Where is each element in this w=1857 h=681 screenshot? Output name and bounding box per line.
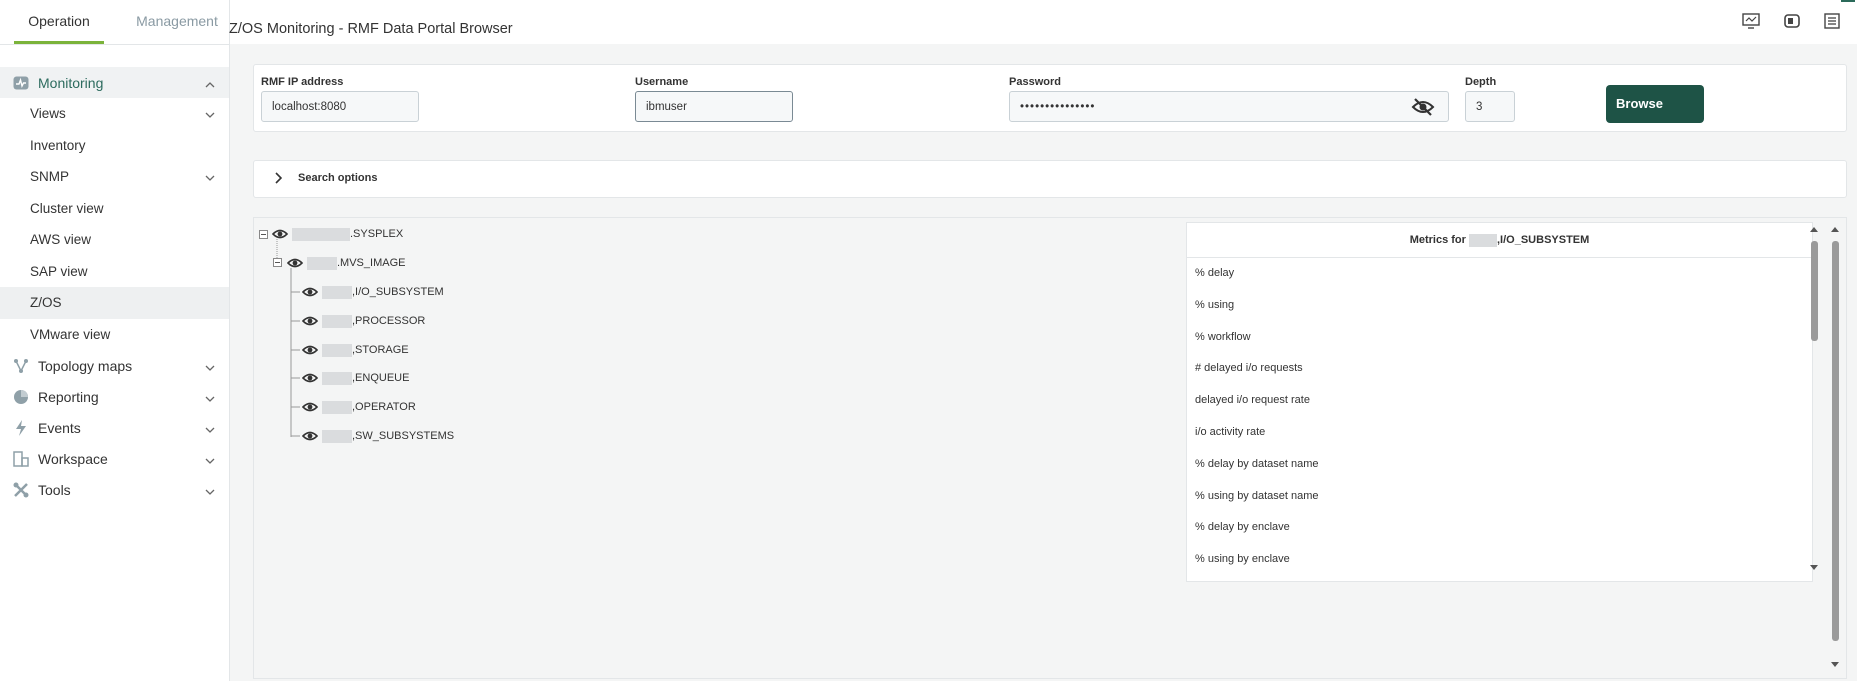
metric-item[interactable]: % delay bbox=[1187, 258, 1812, 290]
metrics-title-suffix: ,I/O_SUBSYSTEM bbox=[1497, 234, 1590, 246]
eye-icon[interactable] bbox=[302, 401, 318, 413]
tree-node-label: ,PROCESSOR bbox=[352, 315, 426, 327]
tree-node-processor[interactable]: ,PROCESSOR bbox=[302, 313, 425, 329]
tree-node-label: ,SW_SUBSYSTEMS bbox=[352, 430, 455, 442]
metric-item[interactable]: % workflow bbox=[1187, 322, 1812, 354]
tree-node-enqueue[interactable]: ,ENQUEUE bbox=[302, 370, 409, 386]
tree-node-label: ,ENQUEUE bbox=[352, 372, 410, 384]
eye-icon[interactable] bbox=[302, 286, 318, 298]
redacted-name bbox=[322, 400, 352, 414]
redacted-name bbox=[322, 429, 352, 443]
metrics-panel: Metrics for ,I/O_SUBSYSTEM % delay % usi… bbox=[1186, 222, 1813, 582]
redacted-name bbox=[322, 371, 352, 385]
metrics-title: Metrics for ,I/O_SUBSYSTEM bbox=[1187, 223, 1812, 258]
tree-node-sw-subsystems[interactable]: ,SW_SUBSYSTEMS bbox=[302, 428, 454, 444]
eye-icon[interactable] bbox=[302, 430, 318, 442]
eye-icon[interactable] bbox=[302, 372, 318, 384]
tree-node-mvs-image[interactable]: .MVS_IMAGE bbox=[287, 255, 405, 271]
redacted-name bbox=[307, 256, 337, 270]
metric-item[interactable]: % using bbox=[1187, 290, 1812, 322]
tree-node-label: ,STORAGE bbox=[352, 344, 409, 356]
tree-node-sysplex[interactable]: .SYSPLEX bbox=[272, 226, 403, 242]
redacted-name bbox=[322, 343, 352, 357]
eye-icon[interactable] bbox=[287, 257, 303, 269]
tree-node-label: .MVS_IMAGE bbox=[337, 257, 406, 269]
tree-node-storage[interactable]: ,STORAGE bbox=[302, 342, 409, 358]
metric-item[interactable]: % using by dataset name bbox=[1187, 481, 1812, 513]
redacted-name bbox=[322, 314, 352, 328]
page-scrollbar[interactable] bbox=[1830, 224, 1840, 670]
metrics-title-prefix: Metrics for bbox=[1409, 234, 1466, 246]
redacted-name bbox=[1469, 233, 1497, 247]
tree-node-io-subsystem[interactable]: ,I/O_SUBSYSTEM bbox=[302, 284, 444, 300]
metric-item[interactable]: % delay by dataset name bbox=[1187, 449, 1812, 481]
tree-node-label: ,OPERATOR bbox=[352, 401, 416, 413]
redacted-name bbox=[292, 227, 350, 241]
redacted-name bbox=[322, 285, 352, 299]
eye-icon[interactable] bbox=[302, 344, 318, 356]
tree-node-label: ,I/O_SUBSYSTEM bbox=[352, 286, 444, 298]
metric-item[interactable]: % delay by enclave bbox=[1187, 512, 1812, 544]
metric-item[interactable]: delayed i/o request rate bbox=[1187, 385, 1812, 417]
eye-icon[interactable] bbox=[302, 315, 318, 327]
metric-item[interactable]: i/o activity rate bbox=[1187, 417, 1812, 449]
metrics-scrollbar[interactable] bbox=[1809, 224, 1819, 574]
tree-node-label: .SYSPLEX bbox=[350, 228, 404, 240]
metric-item[interactable]: % using by enclave bbox=[1187, 544, 1812, 576]
metric-item[interactable]: # delayed i/o requests bbox=[1187, 353, 1812, 385]
eye-icon[interactable] bbox=[272, 228, 288, 240]
tree-node-operator[interactable]: ,OPERATOR bbox=[302, 399, 416, 415]
